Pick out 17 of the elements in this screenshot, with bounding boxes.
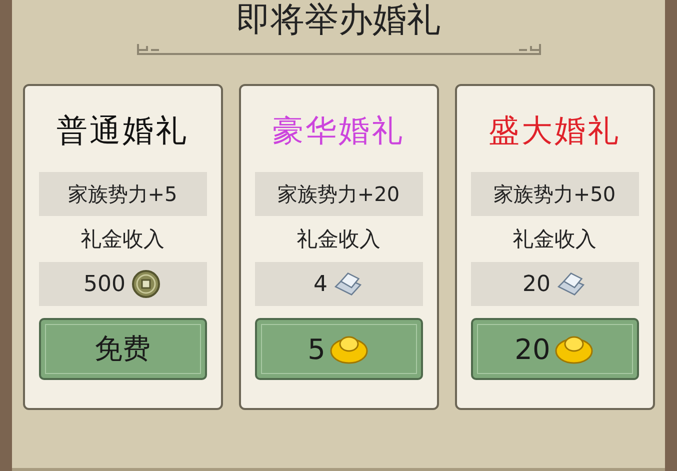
income-amount: 4 <box>314 272 328 296</box>
host-button[interactable]: 5 <box>254 318 422 380</box>
host-button[interactable]: 免费 <box>38 318 206 380</box>
dialog-title: 即将举办婚礼 <box>236 0 440 40</box>
bonus-label: 家族势力+5 <box>38 172 206 216</box>
income-amount: 500 <box>84 272 126 296</box>
host-button[interactable]: 20 <box>470 318 638 380</box>
wedding-name: 普通婚礼 <box>56 112 190 151</box>
coin-icon <box>130 269 162 299</box>
income-label: 礼金收入 <box>296 226 382 253</box>
bonus-label: 家族势力+50 <box>470 172 638 216</box>
income-label: 礼金收入 <box>512 226 598 253</box>
income-label: 礼金收入 <box>80 226 166 253</box>
wedding-name: 豪华婚礼 <box>272 112 406 151</box>
wedding-name: 盛大婚礼 <box>488 112 622 151</box>
bonus-label: 家族势力+20 <box>254 172 422 216</box>
income-amount: 20 <box>522 272 550 296</box>
